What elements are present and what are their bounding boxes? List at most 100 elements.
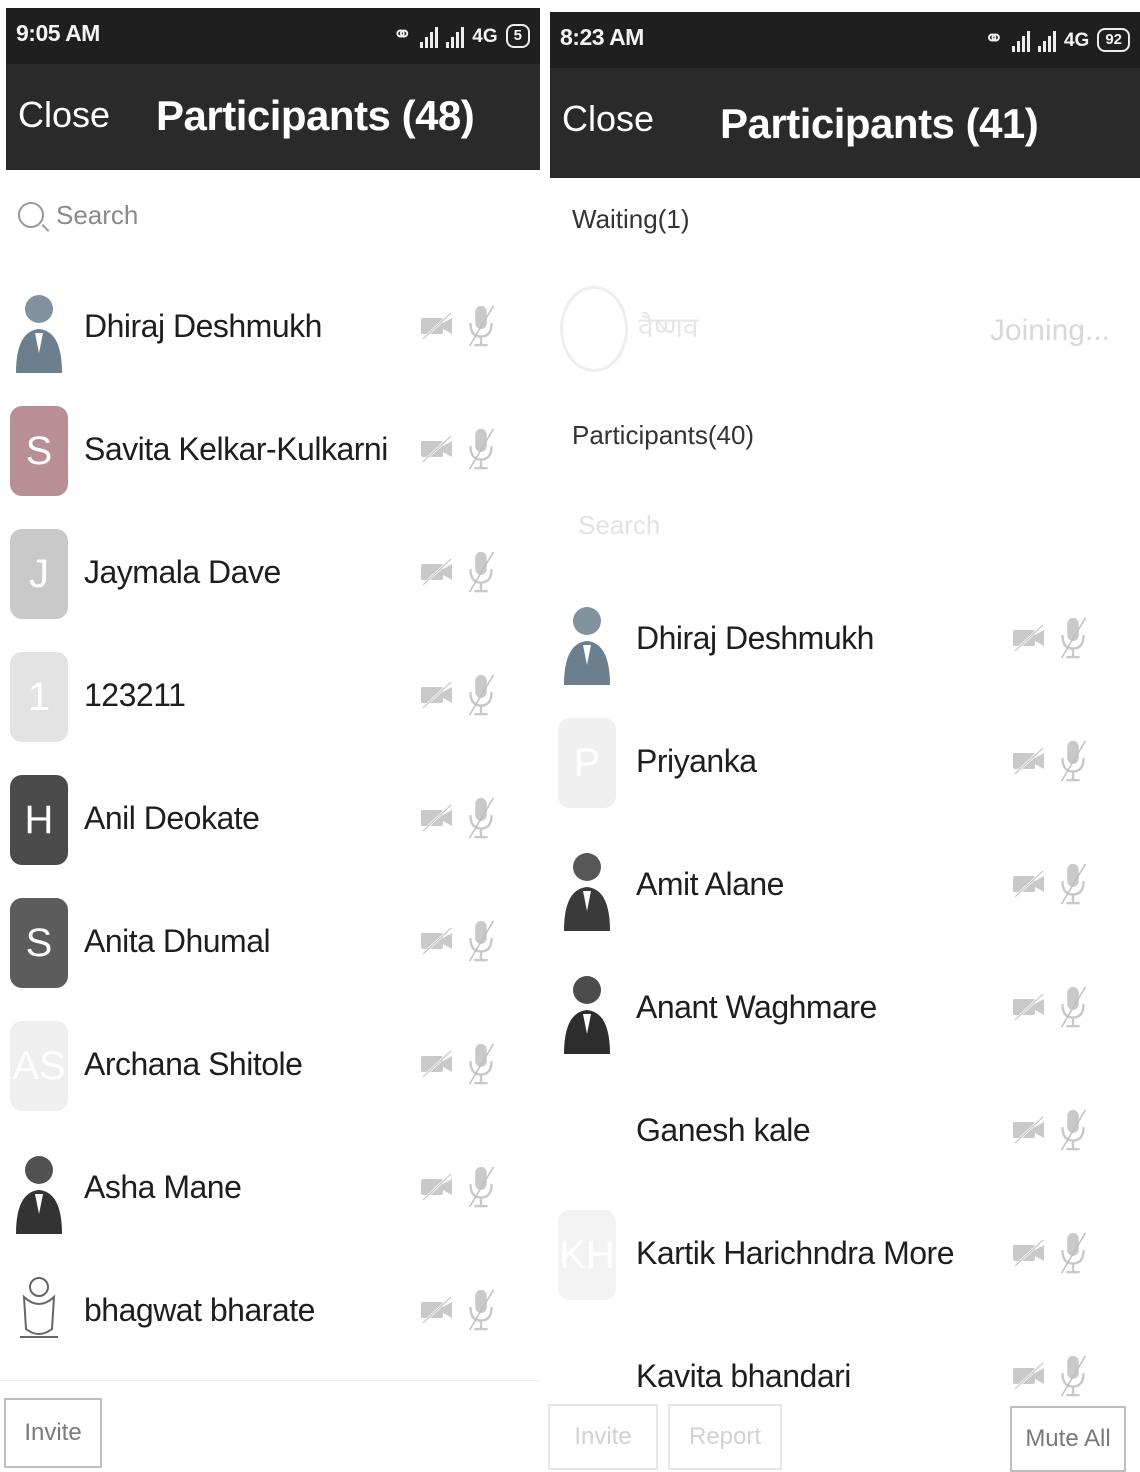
- participant-name: Jaymala Dave: [84, 554, 281, 590]
- participant-row[interactable]: bhagwat bharate: [0, 1262, 540, 1362]
- search-bar[interactable]: [18, 190, 358, 240]
- invite-button[interactable]: Invite: [4, 1398, 102, 1468]
- mic-muted-icon: [464, 1288, 498, 1337]
- signal-icon-2: [446, 26, 465, 48]
- participant-row[interactable]: H Anil Deokate: [0, 770, 540, 870]
- video-off-icon: [1012, 1354, 1046, 1403]
- media-status: [420, 1165, 498, 1214]
- avatar: 1: [10, 652, 68, 742]
- avatar-initial: H: [24, 797, 54, 842]
- status-time: 9:05 AM: [16, 20, 100, 46]
- media-status: [1012, 1231, 1090, 1280]
- search-input[interactable]: [54, 198, 358, 232]
- status-icons: ⚭ 4G 92: [984, 22, 1130, 52]
- mic-muted-icon: [464, 673, 498, 722]
- participant-name: Amit Alane: [636, 866, 784, 902]
- person-photo-icon: [564, 853, 610, 931]
- status-icons: ⚭ 4G 5: [392, 18, 530, 48]
- video-off-icon: [1012, 1231, 1046, 1280]
- mic-muted-icon: [464, 796, 498, 845]
- participant-name: Anil Deokate: [84, 800, 260, 836]
- avatar: S: [10, 898, 68, 988]
- waiting-user-name: वैष्णव: [638, 312, 699, 343]
- avatar: S: [10, 406, 68, 496]
- participant-row[interactable]: AS Archana Shitole: [0, 1016, 540, 1116]
- media-status: [1012, 985, 1090, 1034]
- close-button[interactable]: Close: [18, 94, 110, 136]
- participant-name: Archana Shitole: [84, 1046, 303, 1082]
- participant-row[interactable]: P Priyanka: [548, 713, 1140, 813]
- divider: [0, 1380, 540, 1381]
- network-type: 4G: [472, 26, 498, 47]
- media-status: [420, 1288, 498, 1337]
- battery-icon: 92: [1097, 28, 1130, 52]
- video-off-icon: [1012, 985, 1046, 1034]
- participant-name: 123211: [84, 677, 186, 713]
- video-off-icon: [1012, 1108, 1046, 1157]
- participant-row[interactable]: J Jaymala Dave: [0, 524, 540, 624]
- search-input[interactable]: Search: [578, 510, 660, 541]
- mic-muted-icon: [1056, 985, 1090, 1034]
- headset-icon: ⚭: [392, 21, 413, 48]
- waiting-user-avatar: [560, 286, 628, 372]
- avatar: J: [10, 529, 68, 619]
- mic-muted-icon: [464, 919, 498, 968]
- mic-muted-icon: [464, 1042, 498, 1091]
- participant-name: Priyanka: [636, 743, 757, 779]
- report-button[interactable]: Report: [668, 1404, 782, 1470]
- mic-muted-icon: [1056, 1354, 1090, 1403]
- participant-row[interactable]: KH Kartik Harichndra More: [548, 1205, 1140, 1305]
- right-participants-panel: 8:23 AM ⚭ 4G 92 Close Participants (41) …: [548, 0, 1140, 1472]
- video-off-icon: [420, 1165, 454, 1214]
- video-off-icon: [420, 1042, 454, 1091]
- video-off-icon: [1012, 862, 1046, 911]
- participant-row[interactable]: Dhiraj Deshmukh: [548, 590, 1140, 690]
- header-bar: Close Participants (41): [550, 68, 1140, 178]
- participant-row[interactable]: Dhiraj Deshmukh: [0, 278, 540, 378]
- media-status: [1012, 1108, 1090, 1157]
- video-off-icon: [420, 796, 454, 845]
- page-title: Participants (48): [156, 92, 475, 139]
- participant-row[interactable]: Ganesh kale: [548, 1082, 1140, 1182]
- media-status: [420, 673, 498, 722]
- participant-row[interactable]: Anant Waghmare: [548, 959, 1140, 1059]
- invite-button[interactable]: Invite: [548, 1404, 658, 1470]
- participant-row[interactable]: S Anita Dhumal: [0, 893, 540, 993]
- participant-name: Dhiraj Deshmukh: [636, 620, 874, 656]
- avatar: [10, 283, 68, 373]
- media-status: [420, 427, 498, 476]
- joining-status: Joining...: [989, 314, 1110, 347]
- status-time: 8:23 AM: [560, 24, 644, 50]
- page-title: Participants (41): [720, 100, 1039, 147]
- avatar: P: [558, 718, 616, 808]
- media-status: [420, 304, 498, 353]
- video-off-icon: [420, 919, 454, 968]
- avatar: [558, 841, 616, 931]
- media-status: [1012, 739, 1090, 788]
- participant-name: Anant Waghmare: [636, 989, 877, 1025]
- avatar: KH: [558, 1210, 616, 1300]
- search-icon: [18, 202, 44, 228]
- header-bar: Close Participants (48): [6, 64, 540, 170]
- mic-muted-icon: [464, 427, 498, 476]
- mute-all-button[interactable]: Mute All: [1010, 1406, 1126, 1472]
- avatar: [558, 964, 616, 1054]
- participant-name: Kavita bhandari: [636, 1358, 851, 1394]
- media-status: [1012, 862, 1090, 911]
- media-status: [420, 919, 498, 968]
- network-type: 4G: [1063, 30, 1090, 51]
- close-button[interactable]: Close: [562, 98, 654, 140]
- participant-name: Dhiraj Deshmukh: [84, 308, 322, 344]
- media-status: [1012, 1354, 1090, 1403]
- mic-muted-icon: [1056, 739, 1090, 788]
- participant-row[interactable]: Amit Alane: [548, 836, 1140, 936]
- participant-row[interactable]: Asha Mane: [0, 1139, 540, 1239]
- avatar-initial: AS: [12, 1043, 66, 1088]
- mic-muted-icon: [1056, 862, 1090, 911]
- avatar: [10, 1144, 68, 1234]
- participant-name: Asha Mane: [84, 1169, 242, 1205]
- participant-row[interactable]: 1 123211: [0, 647, 540, 747]
- participant-row[interactable]: S Savita Kelkar-Kulkarni: [0, 401, 540, 501]
- video-off-icon: [1012, 616, 1046, 665]
- video-off-icon: [420, 304, 454, 353]
